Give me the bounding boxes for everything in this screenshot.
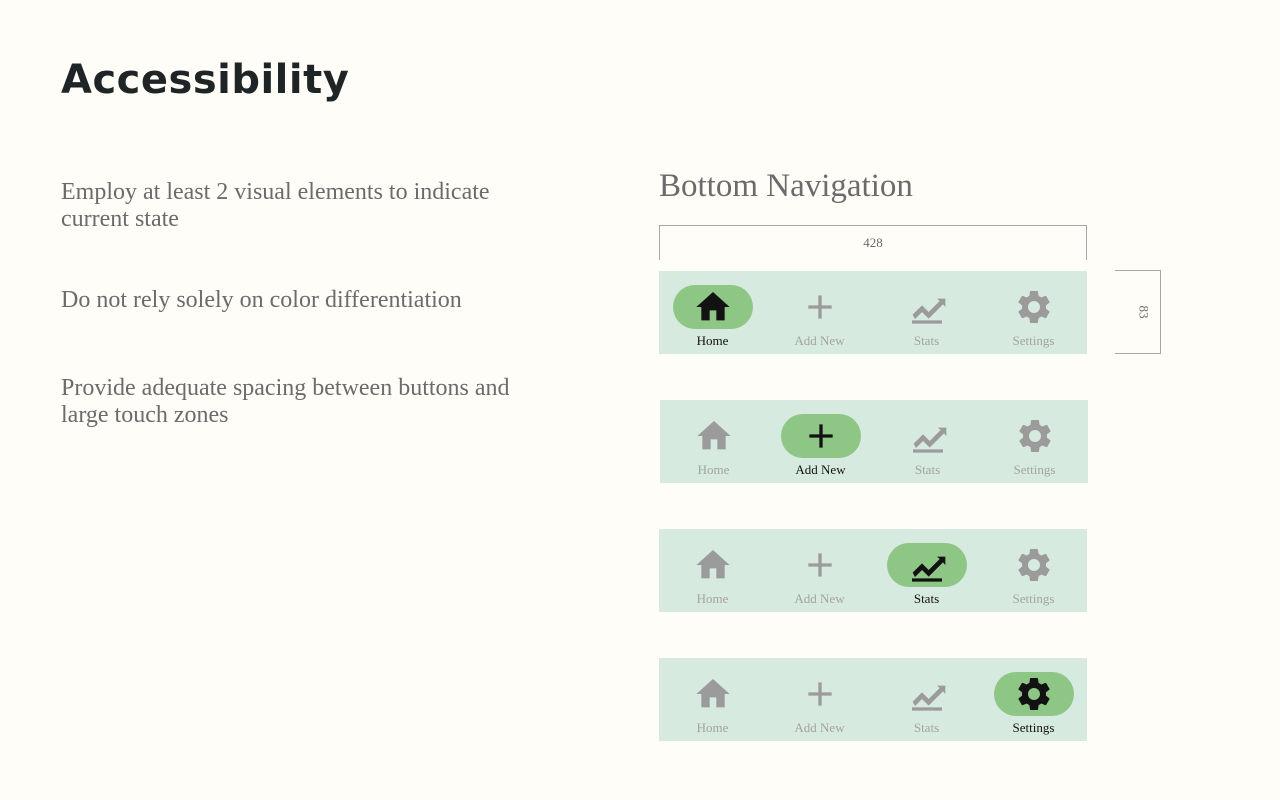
nav-item-stats[interactable]: Stats: [874, 400, 981, 483]
nav-label-stats: Stats: [913, 333, 940, 348]
bottom-nav-settings-active: Home Add New Stats Settings: [659, 658, 1087, 741]
nav-item-settings[interactable]: Settings: [980, 271, 1087, 354]
add-icon: [808, 424, 833, 448]
stats-icon: [911, 685, 945, 711]
stats-icon: [912, 427, 946, 453]
principle-color-differentiation: Do not rely solely on color differentiat…: [61, 287, 462, 313]
nav-item-add-new[interactable]: Add New: [767, 400, 874, 483]
nav-label-home: Home: [696, 591, 729, 606]
gear-icon: [1017, 291, 1050, 323]
nav-item-settings[interactable]: Settings: [980, 658, 1087, 741]
active-indicator-pill: [780, 414, 861, 458]
add-icon: [807, 553, 832, 577]
nav-item-add-new[interactable]: Add New: [766, 271, 873, 354]
nav-item-home[interactable]: Home: [659, 271, 766, 354]
nav-label-home: Home: [696, 720, 729, 735]
gear-icon: [1017, 549, 1050, 581]
height-dimension-label: 83: [1136, 305, 1152, 319]
nav-item-add-new[interactable]: Add New: [766, 658, 873, 741]
home-icon: [695, 679, 730, 708]
nav-label-stats: Stats: [913, 720, 940, 735]
page-title: Accessibility: [61, 57, 350, 103]
indicator-pill: [780, 672, 860, 716]
principle-two-visual-elements: Employ at least 2 visual elements to ind…: [61, 179, 490, 232]
width-dimension-bracket: 428: [659, 225, 1087, 260]
indicator-pill: [674, 414, 754, 458]
active-indicator-pill: [672, 285, 753, 329]
gear-icon: [1018, 420, 1051, 452]
indicator-pill: [673, 672, 753, 716]
section-title: Bottom Navigation: [659, 168, 913, 204]
nav-label-home: Home: [697, 462, 730, 477]
nav-label-settings: Settings: [1013, 462, 1056, 477]
indicator-pill: [780, 543, 860, 587]
active-indicator-pill: [993, 672, 1074, 716]
nav-label-stats: Stats: [914, 462, 941, 477]
nav-item-stats[interactable]: Stats: [873, 271, 980, 354]
home-icon: [695, 550, 730, 579]
home-icon: [696, 421, 731, 450]
nav-label-add-new: Add New: [795, 462, 846, 477]
active-indicator-pill: [886, 543, 967, 587]
nav-label-add-new: Add New: [794, 720, 845, 735]
nav-label-add-new: Add New: [794, 591, 845, 606]
indicator-pill: [995, 414, 1075, 458]
nav-item-stats[interactable]: Stats: [873, 529, 980, 612]
stats-icon: [911, 556, 945, 582]
indicator-pill: [994, 543, 1074, 587]
gear-icon: [1017, 678, 1050, 710]
nav-label-settings: Settings: [1012, 591, 1055, 606]
indicator-pill: [888, 414, 968, 458]
height-dimension-bracket: 83: [1115, 270, 1161, 354]
nav-item-add-new[interactable]: Add New: [766, 529, 873, 612]
add-icon: [807, 682, 832, 706]
add-icon: [807, 295, 832, 319]
nav-item-stats[interactable]: Stats: [873, 658, 980, 741]
nav-label-add-new: Add New: [794, 333, 845, 348]
nav-label-stats: Stats: [913, 591, 940, 606]
indicator-pill: [673, 543, 753, 587]
nav-item-settings[interactable]: Settings: [980, 529, 1087, 612]
nav-item-home[interactable]: Home: [660, 400, 767, 483]
principle-touch-zones: Provide adequate spacing between buttons…: [61, 375, 510, 428]
nav-item-home[interactable]: Home: [659, 529, 766, 612]
nav-label-settings: Settings: [1012, 333, 1055, 348]
nav-item-home[interactable]: Home: [659, 658, 766, 741]
bottom-nav-add-new-active: Home Add New Stats Settings: [660, 400, 1088, 483]
indicator-pill: [780, 285, 860, 329]
width-dimension-label: 428: [863, 235, 883, 250]
indicator-pill: [887, 672, 967, 716]
nav-item-settings[interactable]: Settings: [981, 400, 1088, 483]
nav-label-home: Home: [696, 333, 729, 348]
stats-icon: [911, 298, 945, 324]
indicator-pill: [994, 285, 1074, 329]
nav-label-settings: Settings: [1012, 720, 1055, 735]
bottom-nav-home-active: Home Add New Stats Settings: [659, 271, 1087, 354]
bottom-nav-stats-active: Home Add New Stats Settings: [659, 529, 1087, 612]
indicator-pill: [887, 285, 967, 329]
home-icon: [695, 292, 730, 321]
